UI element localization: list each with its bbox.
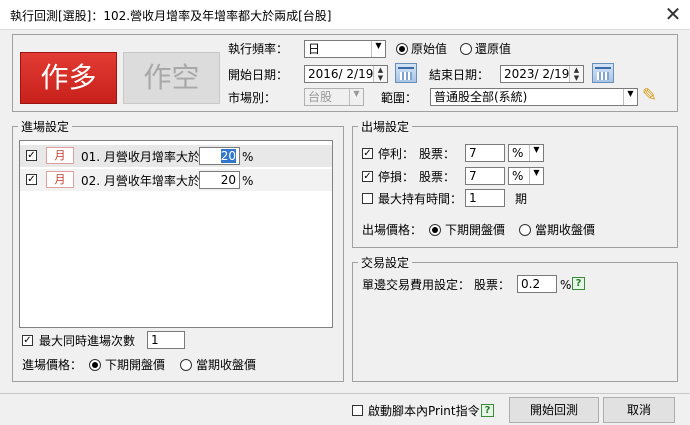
scope-value: 普通股全部(系統) <box>434 90 528 104</box>
frequency-value: 日 <box>308 42 321 56</box>
stop-loss-value: 7 <box>469 169 477 183</box>
start-date-value: 2016/ 2/19 <box>308 67 374 81</box>
max-entries-checkbox[interactable]: ✓ <box>22 335 33 346</box>
frequency-label: 執行頻率： <box>228 42 289 56</box>
max-hold-value: 1 <box>469 191 477 205</box>
spin-up-icon[interactable]: ▲ <box>570 66 583 74</box>
fee-stock-label: 股票： <box>474 278 511 292</box>
fee-input[interactable]: 0.2 <box>517 275 557 293</box>
condition-1-text: 01. 月營收月增率大於 <box>81 150 200 164</box>
entry-price-label: 進場價格： <box>22 358 83 372</box>
stop-loss-stock-label: 股票： <box>419 170 456 184</box>
condition-1-checkbox[interactable]: ✓ <box>26 150 37 161</box>
original-price-radio[interactable] <box>396 43 408 55</box>
condition-1-unit: % <box>242 150 254 164</box>
start-backtest-button[interactable]: 開始回測 <box>509 397 599 423</box>
condition-2-period-badge: 月 <box>46 171 74 188</box>
spin-up-icon[interactable]: ▲ <box>374 66 387 74</box>
pencil-icon[interactable]: ✎ <box>642 85 657 106</box>
condition-2-unit: % <box>242 174 254 188</box>
max-hold-input[interactable]: 1 <box>465 189 505 207</box>
cancel-button[interactable]: 取消 <box>603 397 675 423</box>
entry-close-radio[interactable] <box>180 359 192 371</box>
stop-loss-label: 停損： <box>378 170 415 184</box>
start-date-label: 開始日期： <box>228 68 289 82</box>
max-entries-value: 1 <box>151 333 159 347</box>
exit-settings-title: 出場設定 <box>358 119 413 135</box>
stop-loss-input[interactable]: 7 <box>465 167 505 185</box>
close-icon[interactable]: ✕ <box>660 3 686 27</box>
condition-2-value: 20 <box>220 173 236 187</box>
exit-next-open-radio[interactable] <box>429 224 441 236</box>
restored-price-radio[interactable] <box>460 43 472 55</box>
fee-value: 0.2 <box>521 277 541 291</box>
entry-next-open-label: 下期開盤價 <box>105 358 166 372</box>
take-profit-stock-label: 股票： <box>419 147 456 161</box>
condition-2-value-input[interactable]: 20 <box>199 171 240 189</box>
max-hold-checkbox[interactable] <box>362 193 373 204</box>
scope-label: 範圍： <box>381 91 418 105</box>
spin-down-icon[interactable]: ▼ <box>570 74 583 82</box>
exit-next-open-label: 下期開盤價 <box>445 223 506 237</box>
long-mode-button[interactable]: 作多 <box>20 52 117 104</box>
end-date-label: 結束日期： <box>429 68 490 82</box>
end-calendar-icon[interactable] <box>592 63 614 83</box>
market-dropdown-icon: ▼ <box>349 89 363 105</box>
condition-1-period-badge: 月 <box>46 147 74 164</box>
scope-select[interactable]: 普通股全部(系統) <box>430 88 638 106</box>
stop-loss-checkbox[interactable]: ✓ <box>362 171 373 182</box>
original-price-label: 原始值 <box>411 42 448 56</box>
start-calendar-icon[interactable] <box>395 63 417 83</box>
take-profit-unit: % <box>512 146 524 160</box>
max-hold-label: 最大持有時間： <box>378 192 463 206</box>
stop-loss-unit-dropdown-icon[interactable]: ▼ <box>529 168 543 184</box>
exit-close-radio[interactable] <box>519 224 531 236</box>
condition-2-checkbox[interactable]: ✓ <box>26 174 37 185</box>
print-checkbox[interactable] <box>352 405 363 416</box>
fee-label: 單邊交易費用設定： <box>362 278 471 292</box>
take-profit-checkbox[interactable]: ✓ <box>362 148 373 159</box>
condition-1-value: 20 <box>220 149 236 163</box>
print-help-icon[interactable]: ? <box>481 404 494 417</box>
max-entries-input[interactable]: 1 <box>147 331 185 349</box>
take-profit-label: 停利： <box>378 147 415 161</box>
restored-price-label: 還原值 <box>475 42 512 56</box>
take-profit-input[interactable]: 7 <box>465 144 505 162</box>
market-value: 台股 <box>308 90 333 104</box>
entry-settings-title: 進場設定 <box>18 119 73 135</box>
take-profit-value: 7 <box>469 146 477 160</box>
condition-1-value-input[interactable]: 20 <box>199 147 240 165</box>
stop-loss-unit: % <box>512 169 524 183</box>
take-profit-unit-dropdown-icon[interactable]: ▼ <box>529 145 543 161</box>
end-date-spinner[interactable]: ▲ ▼ <box>569 66 583 82</box>
spin-down-icon[interactable]: ▼ <box>374 74 387 82</box>
entry-next-open-radio[interactable] <box>89 359 101 371</box>
exit-close-label: 當期收盤價 <box>535 223 596 237</box>
trade-settings-title: 交易設定 <box>358 255 413 271</box>
max-hold-unit: 期 <box>515 192 528 206</box>
scope-dropdown-icon[interactable]: ▼ <box>623 89 637 105</box>
fee-help-icon[interactable]: ? <box>572 277 585 290</box>
window-title: 執行回測[選股]：102.營收月增率及年增率都大於兩成[台股] <box>10 9 332 23</box>
print-label: 啟動腳本內Print指令 <box>368 404 480 418</box>
entry-close-label: 當期收盤價 <box>196 358 257 372</box>
market-label: 市場別： <box>228 91 277 105</box>
start-date-spinner[interactable]: ▲ ▼ <box>373 66 387 82</box>
exit-price-label: 出場價格： <box>362 223 423 237</box>
condition-2-text: 02. 月營收年增率大於 <box>81 174 200 188</box>
footer-divider <box>0 393 690 394</box>
fee-unit: % <box>560 278 572 292</box>
max-entries-label: 最大同時進場次數 <box>39 334 136 348</box>
end-date-value: 2023/ 2/19 <box>504 67 570 81</box>
short-mode-button[interactable]: 作空 <box>123 52 220 104</box>
frequency-dropdown-icon[interactable]: ▼ <box>371 41 385 57</box>
